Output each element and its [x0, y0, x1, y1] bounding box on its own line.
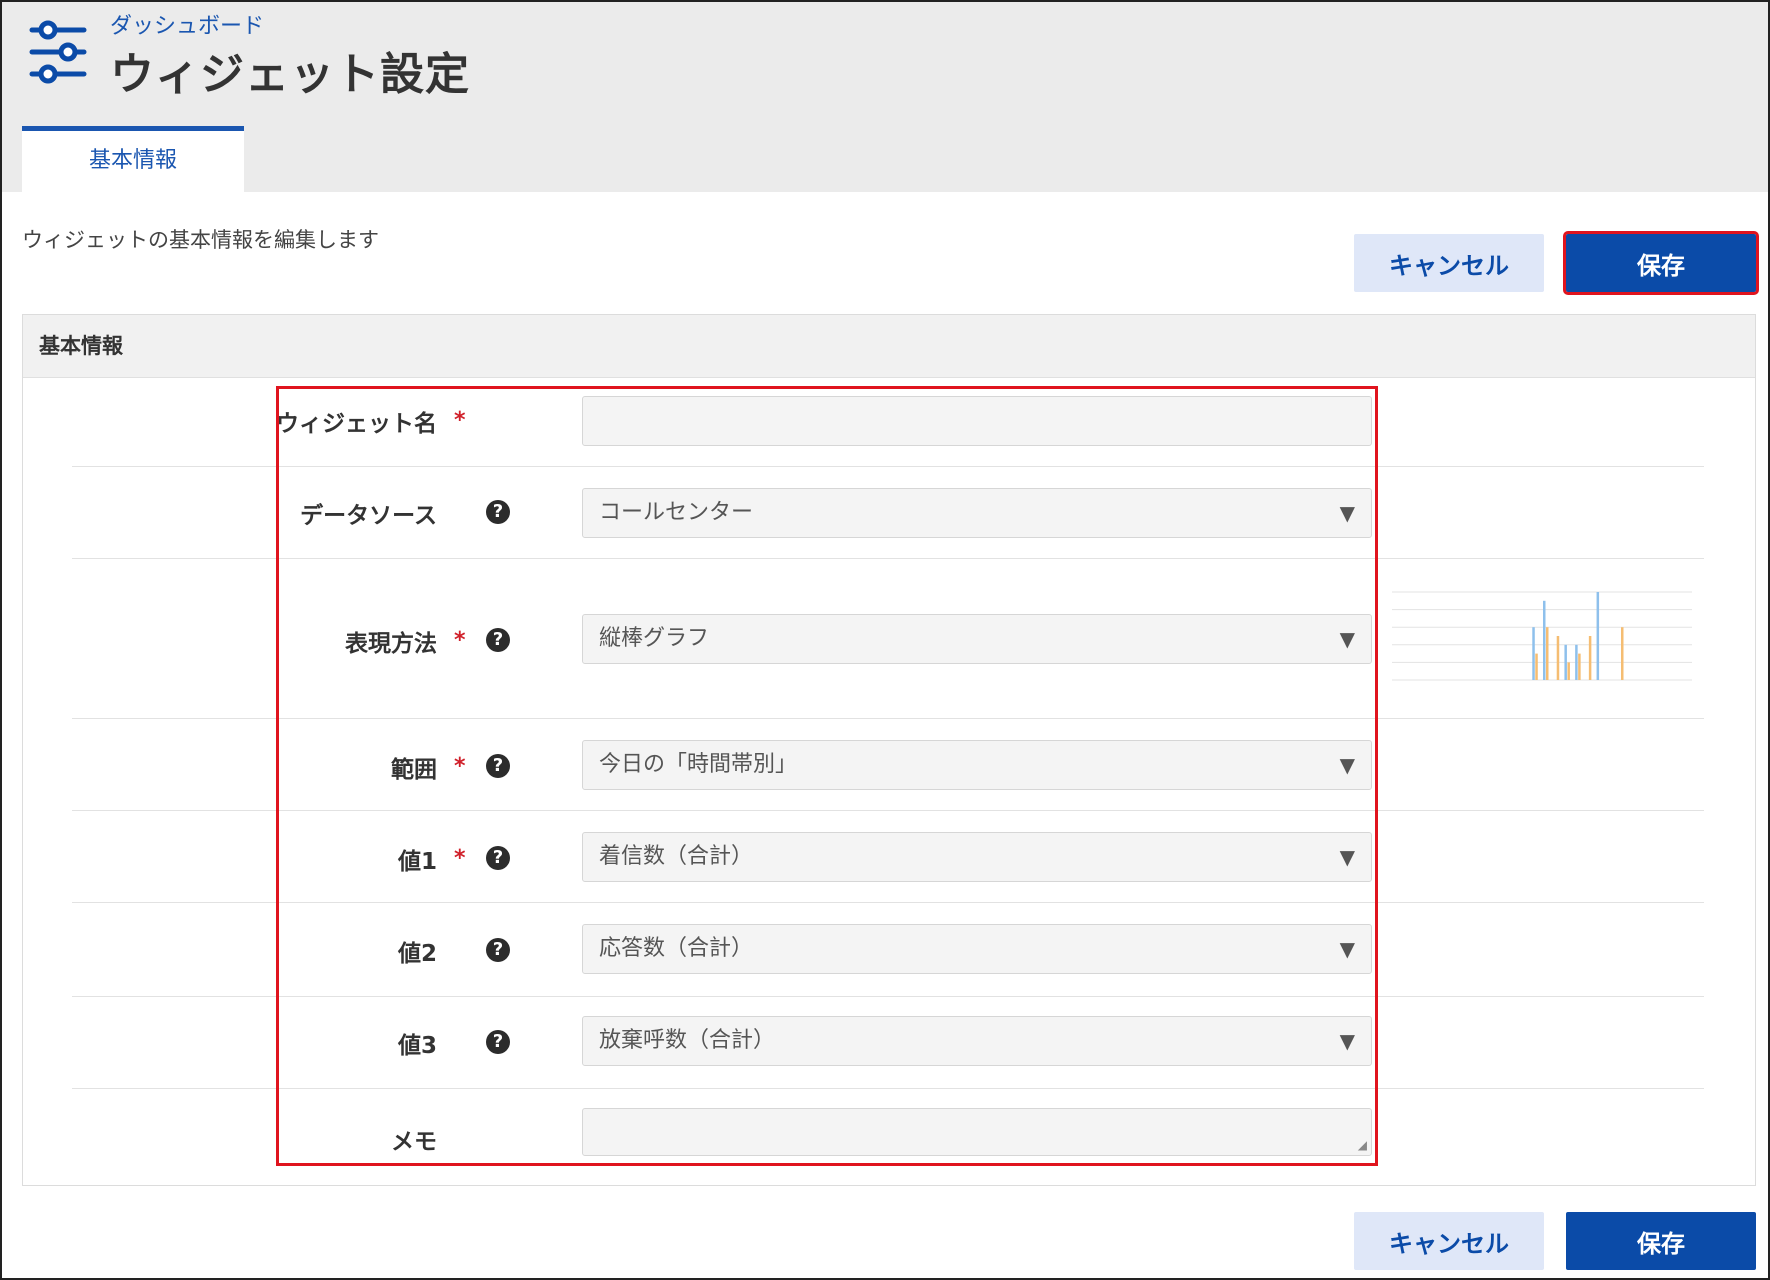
row-divider: [72, 810, 1704, 811]
preview-bar-blue: [1564, 644, 1567, 680]
data-source-select[interactable]: コールセンター ▼: [582, 488, 1372, 538]
row-divider: [72, 902, 1704, 903]
required-mark: *: [454, 754, 466, 779]
help-icon[interactable]: ?: [486, 754, 510, 778]
preview-bar-orange: [1556, 636, 1560, 680]
cancel-button-top[interactable]: キャンセル: [1354, 234, 1544, 292]
required-mark: *: [454, 846, 466, 871]
data-source-value: コールセンター: [599, 500, 754, 525]
chart-preview: [1392, 591, 1692, 681]
value1-label: 値1: [397, 849, 437, 875]
help-icon[interactable]: ?: [486, 1030, 510, 1054]
value3-value: 放棄呼数（合計）: [599, 1028, 776, 1053]
page-title: ウィジェット設定: [110, 49, 470, 100]
cancel-button-bottom[interactable]: キャンセル: [1354, 1212, 1544, 1270]
data-source-label: データソース: [300, 503, 437, 529]
breadcrumb[interactable]: ダッシュボード: [110, 8, 264, 40]
range-value: 今日の「時間帯別」: [599, 752, 798, 777]
panel-title: 基本情報: [23, 315, 1755, 378]
row-divider: [72, 558, 1704, 559]
preview-bar-orange: [1588, 636, 1592, 680]
memo-textarea[interactable]: ◢: [582, 1108, 1372, 1156]
display-method-value: 縦棒グラフ: [599, 626, 710, 651]
chevron-down-icon: ▼: [1339, 937, 1355, 961]
tab-basic-info[interactable]: 基本情報: [22, 126, 244, 192]
widget-name-input[interactable]: [582, 396, 1372, 446]
value2-label: 値2: [397, 941, 437, 967]
preview-bar-orange: [1621, 627, 1624, 680]
preview-bar-blue: [1532, 627, 1535, 680]
value3-label: 値3: [397, 1033, 437, 1059]
chevron-down-icon: ▼: [1339, 1029, 1355, 1053]
help-icon[interactable]: ?: [486, 846, 510, 870]
value2-value: 応答数（合計）: [599, 936, 754, 961]
chevron-down-icon: ▼: [1339, 627, 1355, 651]
value3-select[interactable]: 放棄呼数（合計） ▼: [582, 1016, 1372, 1066]
range-select[interactable]: 今日の「時間帯別」 ▼: [582, 740, 1372, 790]
required-mark: *: [454, 408, 466, 433]
page-header: ダッシュボード ウィジェット設定 基本情報: [2, 2, 1768, 192]
required-mark: *: [454, 628, 466, 653]
row-divider: [72, 718, 1704, 719]
preview-bar-blue: [1543, 600, 1546, 680]
save-button-bottom[interactable]: 保存: [1566, 1212, 1756, 1270]
preview-bar-blue: [1575, 644, 1578, 680]
page-description: ウィジェットの基本情報を編集します: [22, 228, 379, 252]
app-frame: ダッシュボード ウィジェット設定 基本情報 ウィジェットの基本情報を編集します …: [0, 0, 1770, 1280]
preview-bar-orange: [1535, 653, 1538, 680]
sliders-icon: [29, 20, 87, 84]
display-method-label: 表現方法: [345, 631, 437, 657]
value2-select[interactable]: 応答数（合計） ▼: [582, 924, 1372, 974]
row-divider: [72, 996, 1704, 997]
row-divider: [72, 466, 1704, 467]
chevron-down-icon: ▼: [1339, 501, 1355, 525]
help-icon[interactable]: ?: [486, 500, 510, 524]
display-method-select[interactable]: 縦棒グラフ ▼: [582, 614, 1372, 664]
range-label: 範囲: [391, 757, 437, 783]
chevron-down-icon: ▼: [1339, 753, 1355, 777]
value1-select[interactable]: 着信数（合計） ▼: [582, 832, 1372, 882]
preview-bar-orange: [1567, 662, 1570, 680]
chevron-down-icon: ▼: [1339, 845, 1355, 869]
help-icon[interactable]: ?: [486, 628, 510, 652]
help-icon[interactable]: ?: [486, 938, 510, 962]
save-button-top[interactable]: 保存: [1563, 231, 1759, 295]
widget-name-label: ウィジェット名: [276, 411, 437, 437]
value1-value: 着信数（合計）: [599, 844, 754, 869]
preview-bar-orange: [1578, 653, 1581, 680]
resize-handle-icon[interactable]: ◢: [1358, 1138, 1367, 1152]
row-divider: [72, 1088, 1704, 1089]
preview-bar-blue: [1596, 592, 1600, 680]
preview-bar-orange: [1546, 627, 1549, 680]
memo-label: メモ: [391, 1129, 437, 1155]
